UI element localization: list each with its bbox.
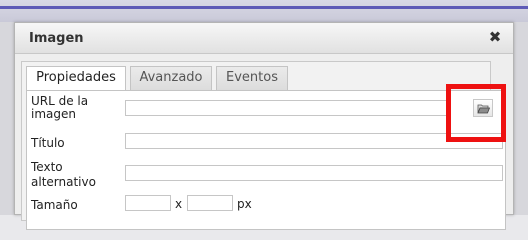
backdrop-left — [0, 22, 14, 215]
folder-open-icon — [477, 104, 490, 114]
title-input[interactable] — [125, 133, 503, 149]
tab-propiedades[interactable]: Propiedades — [26, 66, 126, 91]
backdrop-right — [514, 22, 528, 215]
browse-button[interactable] — [473, 99, 493, 117]
url-input[interactable] — [125, 100, 447, 116]
alt-label-line2: alternativo — [31, 175, 96, 189]
alt-label-line1: Texto — [31, 160, 63, 174]
editor-toolbar-strip — [0, 0, 528, 22]
size-separator: x — [175, 197, 183, 211]
dialog-header: Imagen ✖ — [15, 23, 513, 54]
title-label: Título — [31, 136, 65, 150]
tab-pane-propiedades: URL de la imagen Título Texto alternativ… — [26, 90, 506, 230]
alt-input[interactable] — [125, 165, 503, 181]
url-label-line2: imagen — [31, 107, 76, 121]
width-input[interactable] — [125, 195, 171, 211]
size-label: Tamaño — [31, 198, 78, 212]
dialog-body: Propiedades Avanzado Eventos URL de la i… — [21, 61, 506, 230]
height-input[interactable] — [187, 195, 233, 211]
editor-accent-line — [0, 6, 528, 9]
size-unit: px — [237, 197, 252, 211]
close-icon[interactable]: ✖ — [487, 29, 503, 45]
tab-eventos[interactable]: Eventos — [216, 66, 288, 90]
tab-avanzado[interactable]: Avanzado — [130, 66, 212, 90]
image-dialog: Imagen ✖ Propiedades Avanzado Eventos UR… — [14, 22, 514, 230]
dialog-title: Imagen — [29, 31, 84, 46]
